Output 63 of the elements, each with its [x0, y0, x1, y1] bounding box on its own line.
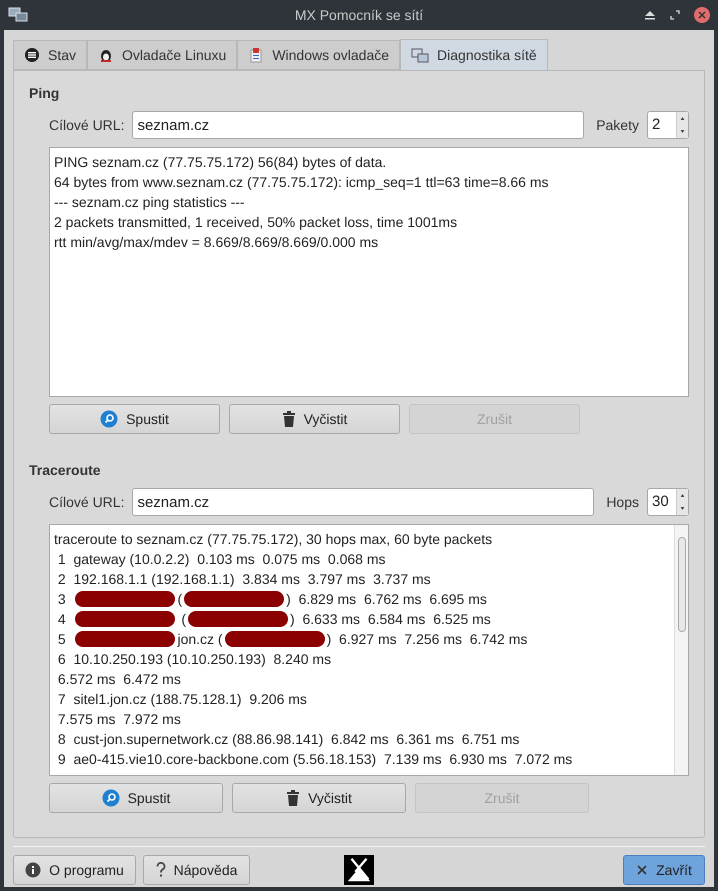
about-button[interactable]: O programu	[13, 855, 136, 885]
trash-icon	[282, 411, 296, 427]
output-area[interactable]	[49, 524, 689, 776]
output-text: 6 10.10.250.193 (10.10.250.193) 8.240 ms	[56, 650, 332, 669]
close-icon[interactable]	[694, 7, 710, 23]
trash-icon	[286, 790, 300, 806]
logo-icon	[344, 855, 374, 885]
close-icon	[636, 864, 648, 876]
list-icon	[24, 47, 40, 63]
url-label: Cílové URL:	[49, 116, 124, 134]
output-text: ) 6.829 ms 6.762 ms 6.695 ms	[286, 590, 487, 609]
output-line: PING seznam.cz (77.75.75.172) 56(84) bytes of data.	[54, 153, 388, 172]
tab[interactable]: Diagnostika sítě	[400, 39, 548, 71]
eject-icon[interactable]	[644, 10, 656, 20]
section-title: Ping	[29, 84, 60, 103]
output-text: 3	[56, 590, 67, 609]
tab[interactable]: Windows ovladače	[237, 40, 400, 70]
output-text: ) 6.633 ms 6.584 ms 6.525 ms	[290, 610, 491, 629]
start-button[interactable]: Spustit	[49, 783, 223, 813]
clear-button[interactable]: Vyčistit	[229, 404, 400, 434]
output-line: 64 bytes from www.seznam.cz (77.75.75.172): icmp_seq=1 ttl=63 time=8.66 ms	[54, 173, 550, 192]
maximize-icon[interactable]	[670, 10, 680, 20]
network-icon	[8, 7, 28, 23]
output-text: 8 cust-jon.supernetwork.cz (88.86.98.141) 6.842 ms 6.361 ms 6.751 ms	[56, 730, 520, 749]
output-text: 7.575 ms 7.972 ms	[56, 710, 181, 729]
output-text: 4	[56, 610, 67, 629]
output-text: ) 6.927 ms 7.256 ms 6.742 ms	[326, 630, 528, 649]
window-title: MX Pomocník se sítí	[294, 6, 424, 24]
output-line: rtt min/avg/max/mdev = 8.669/8.669/8.669/0.000 ms	[54, 233, 380, 252]
number-spinbox[interactable]: 30	[647, 488, 689, 516]
scrollbar[interactable]	[674, 525, 688, 775]
section-title: Traceroute	[29, 460, 102, 480]
output-line: 2 packets transmitted, 1 received, 50% packet loss, time 1001ms	[54, 213, 458, 232]
driver-icon	[248, 47, 264, 63]
number-spinbox[interactable]: 2	[647, 111, 689, 139]
output-text: 9 ae0-415.vie10.core-backbone.com (5.56.18.153) 7.139 ms 6.930 ms 7.072 ms	[56, 750, 572, 769]
search-icon	[100, 410, 118, 428]
url-label: Cílové URL:	[49, 492, 124, 512]
count-label: Hops	[606, 492, 639, 512]
output-text: 2 192.168.1.1 (192.168.1.1) 3.834 ms 3.797 ms 3.737 ms	[56, 570, 431, 589]
output-text: jon.cz (	[177, 630, 223, 649]
tab[interactable]: Stav	[13, 40, 88, 70]
close-button[interactable]: Zavřít	[623, 855, 705, 885]
clear-button[interactable]: Vyčistit	[232, 783, 406, 813]
output-text: (	[180, 610, 186, 629]
tab[interactable]: Ovladače Linuxu	[87, 40, 238, 70]
count-label: Pakety	[596, 116, 639, 135]
output-text: 6.572 ms 6.472 ms	[56, 670, 181, 689]
help-button[interactable]: Nápověda	[143, 855, 250, 885]
question-icon	[156, 862, 166, 878]
output-text: 1 gateway (10.0.2.2) 0.103 ms 0.075 ms 0.068 ms	[56, 550, 386, 569]
search-icon	[102, 789, 120, 807]
output-line: --- seznam.cz ping statistics ---	[54, 193, 246, 212]
start-button[interactable]: Spustit	[49, 404, 220, 434]
output-area[interactable]	[49, 147, 689, 397]
output-text: traceroute to seznam.cz (77.75.75.172), 30 hops max, 60 byte packets	[54, 530, 492, 549]
network-icon	[411, 48, 430, 64]
output-text: 5	[56, 630, 67, 649]
info-icon	[25, 862, 42, 878]
output-text: (	[177, 590, 182, 609]
url-field[interactable]: seznam.cz	[132, 111, 584, 139]
url-field[interactable]: seznam.cz	[132, 488, 594, 516]
output-text: 7 sitel1.jon.cz (188.75.128.1) 9.206 ms	[56, 690, 307, 709]
